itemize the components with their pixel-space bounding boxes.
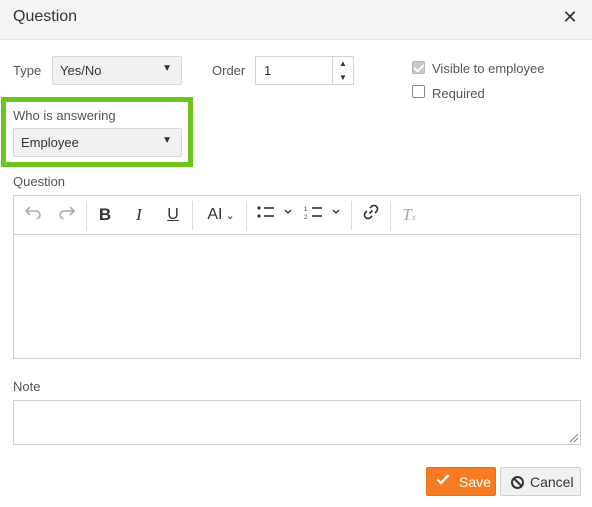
- cancel-button-label: Cancel: [530, 474, 574, 490]
- checkmark-icon: [436, 472, 450, 489]
- order-stepper[interactable]: ▲ ▼: [332, 56, 354, 85]
- required-checkbox[interactable]: [412, 85, 425, 98]
- close-icon[interactable]: ✕: [560, 6, 580, 28]
- cancel-button[interactable]: Cancel: [500, 467, 581, 496]
- decrement-icon[interactable]: ▼: [333, 71, 353, 85]
- order-input[interactable]: 1: [255, 56, 333, 85]
- link-icon[interactable]: [360, 204, 382, 226]
- order-label: Order: [212, 63, 246, 78]
- resize-handle-icon[interactable]: [570, 434, 578, 442]
- redo-icon[interactable]: [56, 204, 78, 226]
- chevron-down-icon: ▼: [162, 135, 172, 146]
- svg-text:2: 2: [304, 215, 308, 219]
- underline-icon[interactable]: U: [162, 204, 184, 226]
- type-label: Type: [13, 63, 42, 78]
- visible-to-employee-label: Visible to employee: [432, 61, 545, 76]
- type-select[interactable]: Yes/No ▼: [52, 56, 182, 85]
- toolbar-separator: [246, 201, 247, 230]
- bulleted-list-icon[interactable]: [255, 204, 295, 226]
- toolbar-separator: [351, 201, 352, 230]
- question-editor: B I U AI ⌄ 12 Tx: [13, 195, 581, 359]
- clear-formatting-icon[interactable]: Tx: [398, 204, 420, 226]
- note-label: Note: [13, 379, 41, 394]
- cancel-icon: [511, 476, 524, 489]
- visible-to-employee-checkbox[interactable]: [412, 61, 425, 74]
- type-select-value: Yes/No: [60, 63, 102, 78]
- required-label: Required: [432, 86, 485, 101]
- toolbar-separator: [192, 201, 193, 230]
- who-is-answering-select[interactable]: Employee ▼: [13, 128, 182, 157]
- increment-icon[interactable]: ▲: [333, 57, 353, 71]
- save-button-label: Save: [459, 474, 491, 490]
- dialog-title: Question: [13, 8, 78, 25]
- font-size-icon[interactable]: AI ⌄: [200, 204, 242, 226]
- editor-toolbar: B I U AI ⌄ 12 Tx: [14, 196, 580, 235]
- question-editor-content[interactable]: [14, 236, 580, 358]
- toolbar-separator: [86, 201, 87, 230]
- question-dialog: Question ✕ Type Yes/No ▼ Order 1 ▲ ▼ Vis…: [0, 0, 592, 507]
- numbered-list-icon[interactable]: 12: [303, 204, 343, 226]
- svg-text:1: 1: [304, 207, 308, 213]
- order-input-value: 1: [264, 63, 272, 78]
- bold-icon[interactable]: B: [94, 204, 116, 226]
- chevron-down-icon: ▼: [162, 63, 172, 74]
- who-is-answering-label: Who is answering: [13, 108, 116, 123]
- toolbar-separator: [390, 201, 391, 230]
- question-label: Question: [13, 174, 66, 189]
- undo-icon[interactable]: [22, 204, 44, 226]
- note-textarea[interactable]: [13, 400, 581, 445]
- who-is-answering-value: Employee: [21, 135, 79, 150]
- italic-icon[interactable]: I: [128, 204, 150, 226]
- dialog-titlebar: Question ✕: [0, 0, 592, 40]
- save-button[interactable]: Save: [426, 467, 496, 496]
